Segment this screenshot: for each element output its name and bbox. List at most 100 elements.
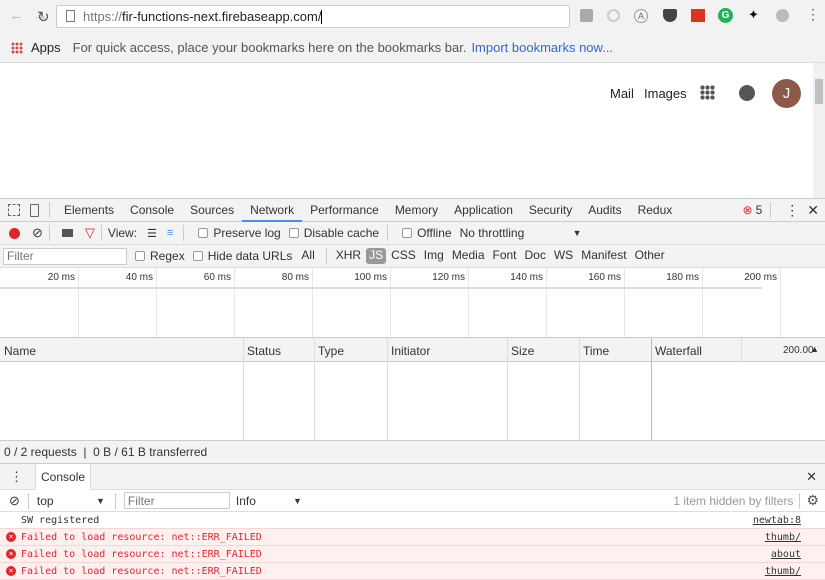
drawer-tabbar: ⋮ Console ✕ bbox=[0, 463, 825, 490]
tab-network[interactable]: Network bbox=[242, 199, 303, 222]
device-toolbar-icon[interactable] bbox=[30, 203, 39, 217]
tab-performance[interactable]: Performance bbox=[302, 199, 387, 222]
timeline-gridline bbox=[156, 268, 157, 337]
network-overview[interactable]: 20 ms 40 ms 60 ms 80 ms 100 ms 120 ms 140 ms 16… bbox=[0, 268, 825, 338]
timeline-gridline bbox=[78, 268, 79, 337]
log-level-select[interactable]: Info ▼ bbox=[236, 494, 302, 508]
context-select[interactable]: top ▼ bbox=[37, 494, 109, 508]
regex-label: Regex bbox=[150, 249, 185, 263]
preserve-log-checkbox[interactable] bbox=[198, 228, 209, 238]
message-text: Failed to load resource: net::ERR_FAILED bbox=[21, 565, 262, 577]
extension-icon[interactable] bbox=[776, 9, 789, 22]
column-header-status[interactable]: Status bbox=[247, 344, 281, 358]
tab-application[interactable]: Application bbox=[446, 199, 521, 222]
offline-checkbox[interactable] bbox=[402, 228, 413, 238]
mail-link[interactable]: Mail bbox=[610, 86, 634, 101]
apps-link[interactable]: Apps bbox=[31, 40, 61, 55]
message-source-link[interactable]: thumb/ bbox=[765, 566, 801, 577]
tab-audits[interactable]: Audits bbox=[580, 199, 629, 222]
extension-foot-icon[interactable]: ✦ bbox=[748, 7, 759, 23]
throttling-select[interactable]: No throttling ▼ bbox=[460, 226, 582, 240]
type-filter-other[interactable]: Other bbox=[632, 248, 668, 264]
devtools-tabbar: Elements Console Sources Network Performance… bbox=[0, 198, 825, 222]
inspect-element-icon[interactable] bbox=[8, 204, 20, 216]
tab-sources[interactable]: Sources bbox=[182, 199, 242, 222]
close-drawer-icon[interactable]: ✕ bbox=[806, 469, 817, 485]
type-filter-media[interactable]: Media bbox=[449, 248, 488, 264]
record-icon[interactable] bbox=[9, 227, 20, 239]
extension-a-icon[interactable]: A bbox=[634, 9, 648, 23]
import-bookmarks-link[interactable]: Import bookmarks now... bbox=[471, 40, 613, 55]
tab-console-drawer[interactable]: Console bbox=[35, 463, 92, 490]
hidden-items-note: 1 item hidden by filters bbox=[673, 493, 794, 508]
type-filter-font[interactable]: Font bbox=[490, 248, 520, 264]
clear-icon[interactable]: ⊘ bbox=[32, 225, 43, 241]
error-count[interactable]: 5 bbox=[756, 203, 763, 217]
hide-data-urls-checkbox[interactable] bbox=[192, 251, 203, 261]
regex-checkbox[interactable] bbox=[135, 251, 145, 261]
filter-icon[interactable]: ▽ bbox=[85, 225, 95, 241]
tab-memory[interactable]: Memory bbox=[387, 199, 446, 222]
waterfall-tick: 200.00 bbox=[783, 345, 813, 356]
message-source-link[interactable]: about bbox=[771, 549, 801, 560]
tab-elements[interactable]: Elements bbox=[56, 199, 122, 222]
reload-icon[interactable]: ↻ bbox=[37, 8, 50, 26]
extension-icon[interactable] bbox=[580, 9, 593, 22]
column-header-waterfall[interactable]: Waterfall bbox=[655, 344, 702, 358]
grammarly-icon[interactable]: G bbox=[718, 8, 733, 23]
disable-cache-checkbox[interactable] bbox=[288, 228, 299, 238]
timeline-tick: 100 ms bbox=[354, 272, 387, 283]
tab-console[interactable]: Console bbox=[122, 199, 182, 222]
tab-redux[interactable]: Redux bbox=[630, 199, 681, 222]
tab-security[interactable]: Security bbox=[521, 199, 580, 222]
console-settings-icon[interactable]: ⚙ bbox=[806, 492, 819, 509]
large-rows-icon[interactable]: ☰ bbox=[147, 227, 157, 240]
more-options-icon[interactable]: ⋮ bbox=[785, 202, 799, 219]
url-scheme: https:// bbox=[83, 9, 123, 24]
sort-icon[interactable]: ▲ bbox=[810, 344, 819, 354]
capture-screenshots-icon[interactable] bbox=[61, 229, 73, 237]
apps-grid-icon[interactable] bbox=[11, 41, 23, 54]
preserve-log-label: Preserve log bbox=[213, 226, 281, 240]
network-filter-input[interactable] bbox=[3, 247, 127, 265]
bookmarks-bar: Apps For quick access, place your bookma… bbox=[0, 33, 825, 63]
column-header-size[interactable]: Size bbox=[511, 344, 534, 358]
type-filter-ws[interactable]: WS bbox=[551, 248, 576, 264]
column-divider bbox=[314, 338, 315, 440]
type-filter-all[interactable]: All bbox=[298, 248, 317, 264]
message-text: SW registered bbox=[21, 514, 100, 526]
avatar[interactable]: J bbox=[772, 79, 801, 108]
column-header-type[interactable]: Type bbox=[318, 344, 344, 358]
page-scrollbar[interactable] bbox=[813, 63, 825, 198]
apps-grid-icon[interactable] bbox=[700, 85, 715, 100]
address-bar[interactable]: ↻ https://fir-functions-next.firebaseapp… bbox=[37, 5, 570, 28]
hide-data-urls-label: Hide data URLs bbox=[207, 249, 293, 263]
error-icon[interactable]: ⊗ bbox=[743, 203, 753, 217]
pocket-icon[interactable] bbox=[663, 9, 677, 22]
clear-console-icon[interactable]: ⊘ bbox=[9, 493, 20, 509]
overview-icon[interactable]: ≡ bbox=[167, 227, 173, 239]
message-source-link[interactable]: thumb/ bbox=[765, 532, 801, 543]
timeline-tick: 200 ms bbox=[744, 272, 777, 283]
extension-icon[interactable] bbox=[607, 9, 620, 22]
type-filter-xhr[interactable]: XHR bbox=[333, 248, 364, 264]
timeline-tick: 120 ms bbox=[432, 272, 465, 283]
images-link[interactable]: Images bbox=[644, 86, 687, 101]
message-source-link[interactable]: newtab:8 bbox=[753, 515, 801, 526]
type-filter-doc[interactable]: Doc bbox=[522, 248, 549, 264]
column-header-time[interactable]: Time bbox=[583, 344, 609, 358]
extension-red-icon[interactable] bbox=[691, 9, 705, 22]
column-header-initiator[interactable]: Initiator bbox=[391, 344, 430, 358]
close-devtools-icon[interactable]: ✕ bbox=[807, 202, 819, 219]
console-filter-input[interactable] bbox=[123, 492, 230, 509]
drawer-menu-icon[interactable]: ⋮ bbox=[10, 469, 23, 485]
back-icon[interactable]: ← bbox=[9, 7, 24, 24]
menu-icon[interactable]: ⋮ bbox=[806, 6, 820, 23]
type-filter-manifest[interactable]: Manifest bbox=[578, 248, 629, 264]
type-filter-img[interactable]: Img bbox=[421, 248, 447, 264]
timeline-gridline bbox=[624, 268, 625, 337]
notifications-icon[interactable] bbox=[739, 85, 755, 101]
column-header-name[interactable]: Name bbox=[4, 344, 36, 358]
type-filter-js[interactable]: JS bbox=[366, 248, 387, 264]
type-filter-css[interactable]: CSS bbox=[388, 248, 419, 264]
